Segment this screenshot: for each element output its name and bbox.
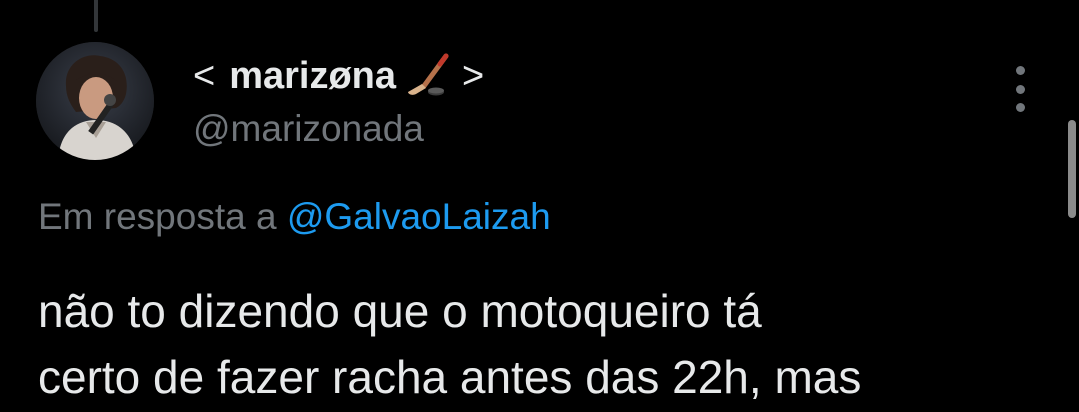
tweet-text: não to dizendo que o motoqueiro tá certo…: [38, 278, 1068, 410]
author-display-name[interactable]: < marizøna >: [193, 52, 484, 100]
tweet-text-line: não to dizendo que o motoqueiro tá: [38, 285, 762, 337]
reply-prefix: Em resposta a: [38, 196, 277, 237]
avatar[interactable]: [36, 42, 154, 160]
ice-hockey-emoji-icon: [402, 52, 460, 100]
scrollbar-thumb[interactable]: [1068, 120, 1076, 218]
author-handle[interactable]: @marizonada: [193, 108, 424, 150]
reply-mention-link[interactable]: @GalvaoLaizah: [287, 196, 551, 237]
more-vertical-icon: [1015, 84, 1025, 94]
tweet-text-line: certo de fazer racha antes das 22h, mas: [38, 351, 862, 403]
reply-context: Em resposta a @GalvaoLaizah: [38, 196, 551, 238]
display-name-close: >: [462, 54, 485, 97]
more-options-button[interactable]: [1002, 66, 1038, 112]
thread-connector-line: [94, 0, 98, 32]
display-name-text: marizøna: [229, 54, 397, 97]
more-vertical-icon: [1015, 66, 1025, 75]
more-vertical-icon: [1015, 103, 1025, 112]
display-name-open: <: [193, 54, 216, 97]
